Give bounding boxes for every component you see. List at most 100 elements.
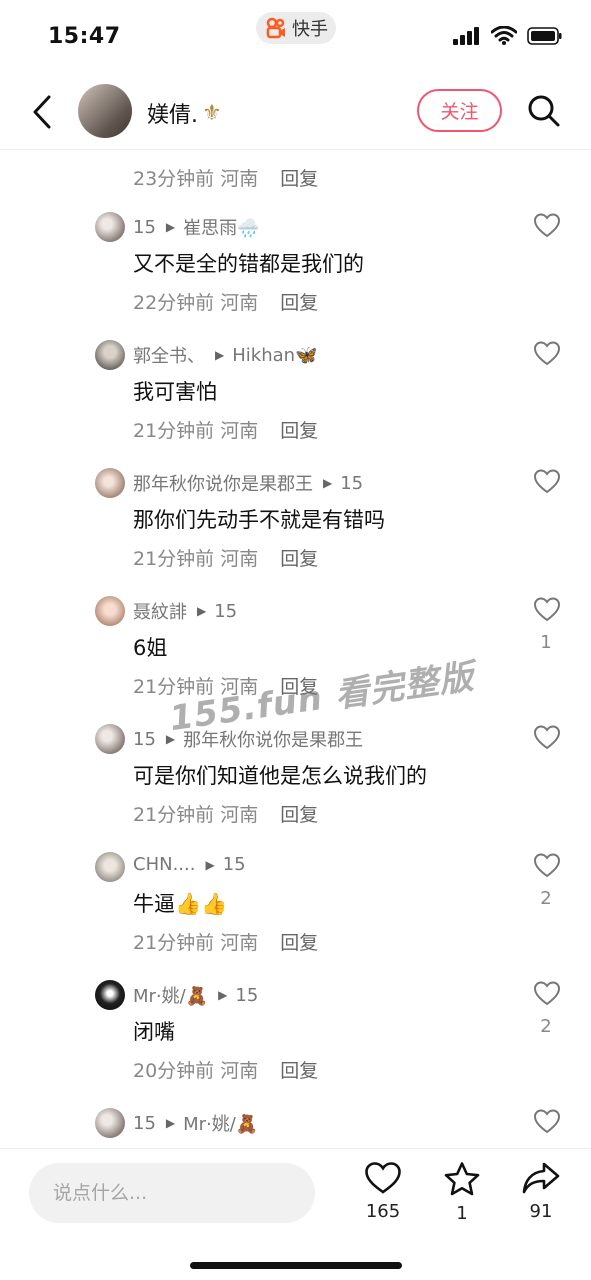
reply-arrow-icon: ▶ [165,220,176,234]
comment-item: 那年秋你说你是果郡王 ▶ 15 那你们先动手不就是有错吗 21分钟前 河南 回复 [0,468,591,596]
comment-header: CHN.... ▶ 15 [133,854,246,875]
heart-icon[interactable] [533,468,561,494]
comment-header: Mr·姚/🧸 ▶ 15 [133,982,258,1008]
home-indicator[interactable] [190,1262,402,1269]
comment-text: 又不是全的错都是我们的 [133,252,364,276]
comment-region: 河南 [220,168,259,190]
heart-icon[interactable] [533,340,561,366]
reply-arrow-icon: ▶ [218,988,228,1002]
header-username[interactable]: 媄倩. ⚜ [147,97,222,129]
comment-header: 15 ▶ 那年秋你说你是果郡王 [133,726,363,752]
commenter-avatar[interactable] [95,340,125,370]
comment-header: 那年秋你说你是果郡王 ▶ 15 [133,470,363,496]
bottom-action-bar: 165 1 91 [0,1148,591,1280]
heart-icon[interactable] [533,596,561,622]
reply-target[interactable]: 15 [235,985,258,1006]
reply-button[interactable]: 回复 [280,932,318,954]
comment-text: 牛逼👍👍 [133,892,228,916]
reply-target[interactable]: 崔思雨🌧️ [183,214,259,240]
heart-icon[interactable] [533,852,561,878]
fleur-de-lis-icon: ⚜ [202,100,222,126]
like-button[interactable]: 165 [353,1161,413,1241]
share-button[interactable]: 91 [511,1161,571,1241]
app-name: 快手 [292,19,328,40]
heart-icon[interactable] [533,724,561,750]
comment-header: 15 ▶ Mr·姚/🧸 [133,1110,258,1136]
comment-region: 河南 [220,932,259,954]
reply-button[interactable]: 回复 [280,420,318,442]
comment-meta: 21分钟前 河南 回复 [133,928,318,955]
header-username-text: 媄倩. [147,103,198,128]
comment-item: 15 ▶ Mr·姚/🧸 [0,1108,591,1148]
comment-input[interactable] [29,1163,315,1223]
favorite-button[interactable]: 1 [432,1161,492,1241]
status-bar: 15:47 快手 [0,0,591,76]
battery-icon [527,26,562,45]
previous-comment-meta: 23分钟前 河南 回复 [133,164,318,191]
comment-item: CHN.... ▶ 15 牛逼👍👍 21分钟前 河南 回复 2 [0,852,591,980]
comment-meta: 21分钟前 河南 回复 [133,416,318,443]
commenter-avatar[interactable] [95,724,125,754]
comment-author[interactable]: 聂紋誹 [133,598,187,624]
commenter-avatar[interactable] [95,596,125,626]
reply-button[interactable]: 回复 [280,292,318,314]
comment-header: 15 ▶ 崔思雨🌧️ [133,214,260,240]
comment-author[interactable]: Mr·姚/🧸 [133,982,208,1008]
reply-target[interactable]: 15 [223,854,246,875]
search-button[interactable] [527,94,561,128]
heart-icon[interactable] [533,1108,561,1134]
comment-input-box[interactable] [29,1163,315,1223]
comment-item: Mr·姚/🧸 ▶ 15 闭嘴 20分钟前 河南 回复 2 [0,980,591,1108]
comment-meta: 21分钟前 河南 回复 [133,800,318,827]
reply-button[interactable]: 回复 [280,804,318,826]
comment-text: 我可害怕 [133,380,217,404]
header-avatar[interactable] [78,84,132,138]
kuaishou-logo-icon [266,17,285,39]
app-indicator-pill[interactable]: 快手 [256,12,336,44]
comment-meta: 20分钟前 河南 回复 [133,1056,318,1083]
like-count: 1 [540,632,552,653]
reply-target[interactable]: Mr·姚/🧸 [183,1110,258,1136]
reply-button[interactable]: 回复 [280,548,318,570]
reply-arrow-icon: ▶ [215,348,225,362]
comment-time: 23分钟前 [133,168,215,190]
share-count: 91 [529,1201,553,1222]
comment-item: 15 ▶ 那年秋你说你是果郡王 可是你们知道他是怎么说我们的 21分钟前 河南回… [0,724,591,852]
comment-list[interactable]: 23分钟前 河南 回复 15 ▶ 崔思雨🌧️ 又不是全的错都是我们的 22分钟前 河… [0,150,591,1148]
search-icon [528,95,560,127]
heart-icon[interactable] [533,980,561,1006]
commenter-avatar[interactable] [95,852,125,882]
commenter-avatar[interactable] [95,1108,125,1138]
status-icons [453,26,563,45]
heart-icon [365,1162,401,1194]
comment-time: 21分钟前 [133,932,215,954]
comment-author[interactable]: 15 [133,1113,156,1134]
reply-button[interactable]: 回复 [280,1060,318,1082]
comment-text: 那你们先动手不就是有错吗 [133,508,385,532]
commenter-avatar[interactable] [95,468,125,498]
comment-author[interactable]: 郭全书、 [133,342,205,368]
like-count: 165 [365,1201,401,1222]
comment-author[interactable]: CHN.... [133,854,195,875]
reply-button[interactable]: 回复 [280,168,318,190]
commenter-avatar[interactable] [95,980,125,1010]
wifi-icon [491,26,517,45]
comment-text: 可是你们知道他是怎么说我们的 [133,764,427,788]
comment-region: 河南 [220,1060,259,1082]
reply-target[interactable]: 15 [214,601,237,622]
reply-target[interactable]: 15 [340,473,363,494]
follow-button[interactable]: 关注 [417,89,502,132]
comment-time: 21分钟前 [133,548,215,570]
commenter-avatar[interactable] [95,212,125,242]
comment-time: 20分钟前 [133,1060,215,1082]
comment-text: 6姐 [133,636,168,660]
heart-icon[interactable] [533,212,561,238]
comment-author[interactable]: 那年秋你说你是果郡王 [133,470,313,496]
reply-target[interactable]: Hikhan🦋 [232,345,317,366]
back-button[interactable] [26,92,58,132]
comment-author[interactable]: 15 [133,217,156,238]
favorite-count: 1 [456,1203,468,1224]
comment-region: 河南 [220,420,259,442]
comment-author[interactable]: 15 [133,729,156,750]
profile-header: 媄倩. ⚜ 关注 [0,76,591,150]
